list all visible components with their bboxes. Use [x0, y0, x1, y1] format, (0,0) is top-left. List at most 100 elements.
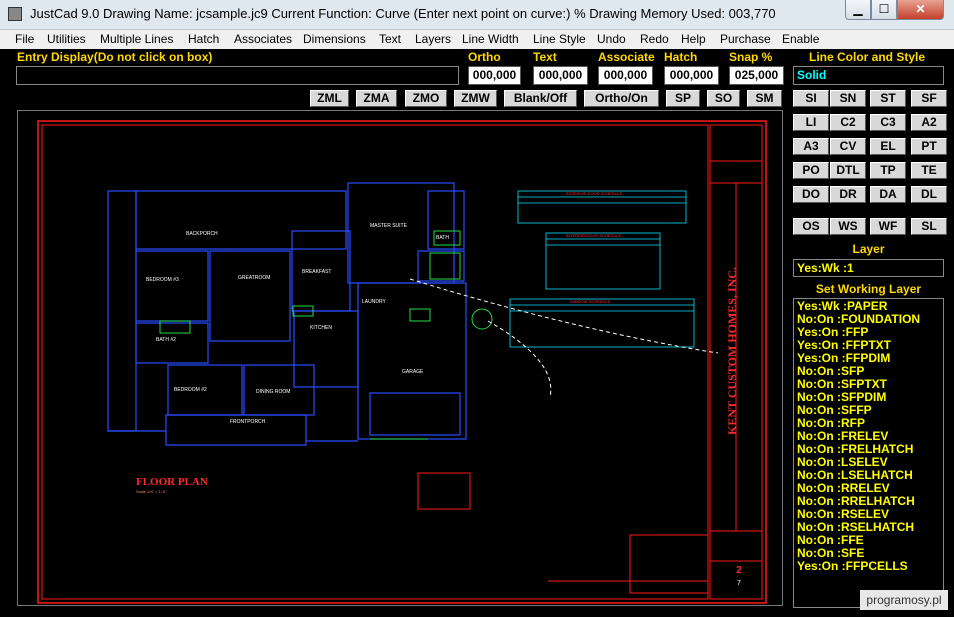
- tool-button-el[interactable]: EL: [870, 138, 906, 155]
- menu-text[interactable]: Text: [379, 32, 401, 46]
- entry-display-label: Entry Display(Do not click on box): [17, 50, 213, 64]
- blank-off-button[interactable]: Blank/Off: [504, 90, 577, 107]
- menu-file[interactable]: File: [15, 32, 34, 46]
- sheet-number: 2: [736, 565, 742, 576]
- tool-button-c3[interactable]: C3: [870, 114, 906, 131]
- drawing-canvas[interactable]: KENT CUSTOM HOMES, INC. 2 7 BACKPORCH MA…: [17, 110, 783, 606]
- menu-undo[interactable]: Undo: [597, 32, 626, 46]
- wall: [357, 282, 467, 440]
- tool-button-tp[interactable]: TP: [870, 162, 906, 179]
- tool-button-sl[interactable]: SL: [911, 218, 947, 235]
- ortho-label: Ortho: [468, 50, 501, 64]
- hatch-field[interactable]: 000,000: [664, 66, 719, 85]
- tool-button-a3[interactable]: A3: [793, 138, 829, 155]
- tool-button-os[interactable]: OS: [793, 218, 829, 235]
- schedule-table: [509, 298, 695, 348]
- menu-help[interactable]: Help: [681, 32, 706, 46]
- tool-button-sn[interactable]: SN: [830, 90, 866, 107]
- tool-button-wf[interactable]: WF: [870, 218, 906, 235]
- tool-button-sf[interactable]: SF: [911, 90, 947, 107]
- text-label: Text: [533, 50, 557, 64]
- associate-field[interactable]: 000,000: [598, 66, 653, 85]
- menu-utilities[interactable]: Utilities: [47, 32, 86, 46]
- schedule-title: EXTERIOR DOOR SCHEDULE: [566, 191, 623, 196]
- wall: [107, 190, 137, 432]
- tool-button-po[interactable]: PO: [793, 162, 829, 179]
- menu-hatch[interactable]: Hatch: [188, 32, 219, 46]
- menu-dimensions[interactable]: Dimensions: [303, 32, 366, 46]
- line-color-label: Line Color and Style: [809, 50, 926, 64]
- floor-plan: [107, 182, 467, 446]
- menu-line-width[interactable]: Line Width: [462, 32, 519, 46]
- fixture: [471, 308, 493, 330]
- sheet-count: 7: [737, 580, 741, 587]
- tool-button-ws[interactable]: WS: [830, 218, 866, 235]
- sm-button[interactable]: SM: [747, 90, 782, 107]
- zmo-button[interactable]: ZMO: [405, 90, 447, 107]
- justcad-window: JustCad 9.0 Drawing Name: jcsample.jc9 C…: [0, 0, 954, 617]
- tool-button-si[interactable]: SI: [793, 90, 829, 107]
- tool-button-a2[interactable]: A2: [911, 114, 947, 131]
- title-bar: JustCad 9.0 Drawing Name: jcsample.jc9 C…: [0, 0, 954, 30]
- menu-enable[interactable]: Enable: [782, 32, 819, 46]
- drawing-svg[interactable]: KENT CUSTOM HOMES, INC. 2 7 BACKPORCH MA…: [18, 111, 784, 607]
- wall: [209, 250, 291, 342]
- wall: [369, 392, 461, 436]
- zml-button[interactable]: ZML: [310, 90, 349, 107]
- revision-box: [629, 534, 709, 594]
- menu-bar: File Utilities Multiple Lines Hatch Asso…: [0, 30, 954, 49]
- schedule-titles: EXTERIOR DOOR SCHEDULE INTERIOR DOOR SCH…: [566, 191, 623, 304]
- app-icon: [8, 7, 22, 21]
- curve-in-progress: [409, 278, 719, 354]
- tool-button-cv[interactable]: CV: [830, 138, 866, 155]
- room-label: BATH: [436, 235, 449, 241]
- tool-button-li[interactable]: LI: [793, 114, 829, 131]
- sheet-outer-border: [37, 120, 767, 604]
- ortho-on-button[interactable]: Ortho/On: [584, 90, 659, 107]
- menu-redo[interactable]: Redo: [640, 32, 669, 46]
- zma-button[interactable]: ZMA: [356, 90, 397, 107]
- hatch-label: Hatch: [664, 50, 698, 64]
- sp-button[interactable]: SP: [666, 90, 700, 107]
- tool-button-dtl[interactable]: DTL: [830, 162, 866, 179]
- text-field[interactable]: 000,000: [533, 66, 588, 85]
- tool-button-pt[interactable]: PT: [911, 138, 947, 155]
- tool-button-da[interactable]: DA: [870, 186, 906, 203]
- maximize-button[interactable]: ☐: [871, 0, 897, 20]
- watermark: programosy.pl: [860, 590, 948, 610]
- room-label: MASTER SUITE: [370, 223, 408, 229]
- wall: [135, 250, 209, 322]
- tool-button-dl[interactable]: DL: [911, 186, 947, 203]
- tool-button-st[interactable]: ST: [870, 90, 906, 107]
- layer-list[interactable]: Yes:Wk :PAPER No:On :FOUNDATION Yes:On :FF…: [793, 298, 944, 608]
- tool-button-te[interactable]: TE: [911, 162, 947, 179]
- menu-multiple-lines[interactable]: Multiple Lines: [100, 32, 173, 46]
- plan-title: FLOOR PLAN: [136, 476, 208, 488]
- menu-layers[interactable]: Layers: [415, 32, 451, 46]
- tool-button-dr[interactable]: DR: [830, 186, 866, 203]
- room-label: DINING ROOM: [256, 389, 290, 395]
- menu-associates[interactable]: Associates: [234, 32, 292, 46]
- menu-purchase[interactable]: Purchase: [720, 32, 771, 46]
- ortho-field[interactable]: 000,000: [468, 66, 521, 85]
- room-label: BEDROOM #2: [174, 387, 207, 393]
- wall: [417, 250, 465, 282]
- layer-item[interactable]: Yes:On :FFPCELLS: [797, 560, 940, 573]
- wall: [135, 322, 209, 364]
- so-button[interactable]: SO: [707, 90, 740, 107]
- tool-button-c2[interactable]: C2: [830, 114, 866, 131]
- wall: [293, 310, 359, 388]
- minimize-button[interactable]: ▁: [845, 0, 871, 20]
- room-label: FRONTPORCH: [230, 419, 266, 425]
- sheet-inner-border: [41, 124, 709, 600]
- tool-button-do[interactable]: DO: [793, 186, 829, 203]
- line-color-field[interactable]: Solid: [793, 66, 944, 85]
- room-label: BEDROOM #3: [146, 277, 179, 283]
- current-layer-box[interactable]: Yes:Wk :1: [793, 259, 944, 277]
- close-button[interactable]: ✕: [897, 0, 944, 20]
- menu-line-style[interactable]: Line Style: [533, 32, 586, 46]
- zmw-button[interactable]: ZMW: [454, 90, 497, 107]
- room-label: KITCHEN: [310, 325, 332, 331]
- snap-field[interactable]: 025,000: [729, 66, 784, 85]
- fixture: [409, 308, 431, 322]
